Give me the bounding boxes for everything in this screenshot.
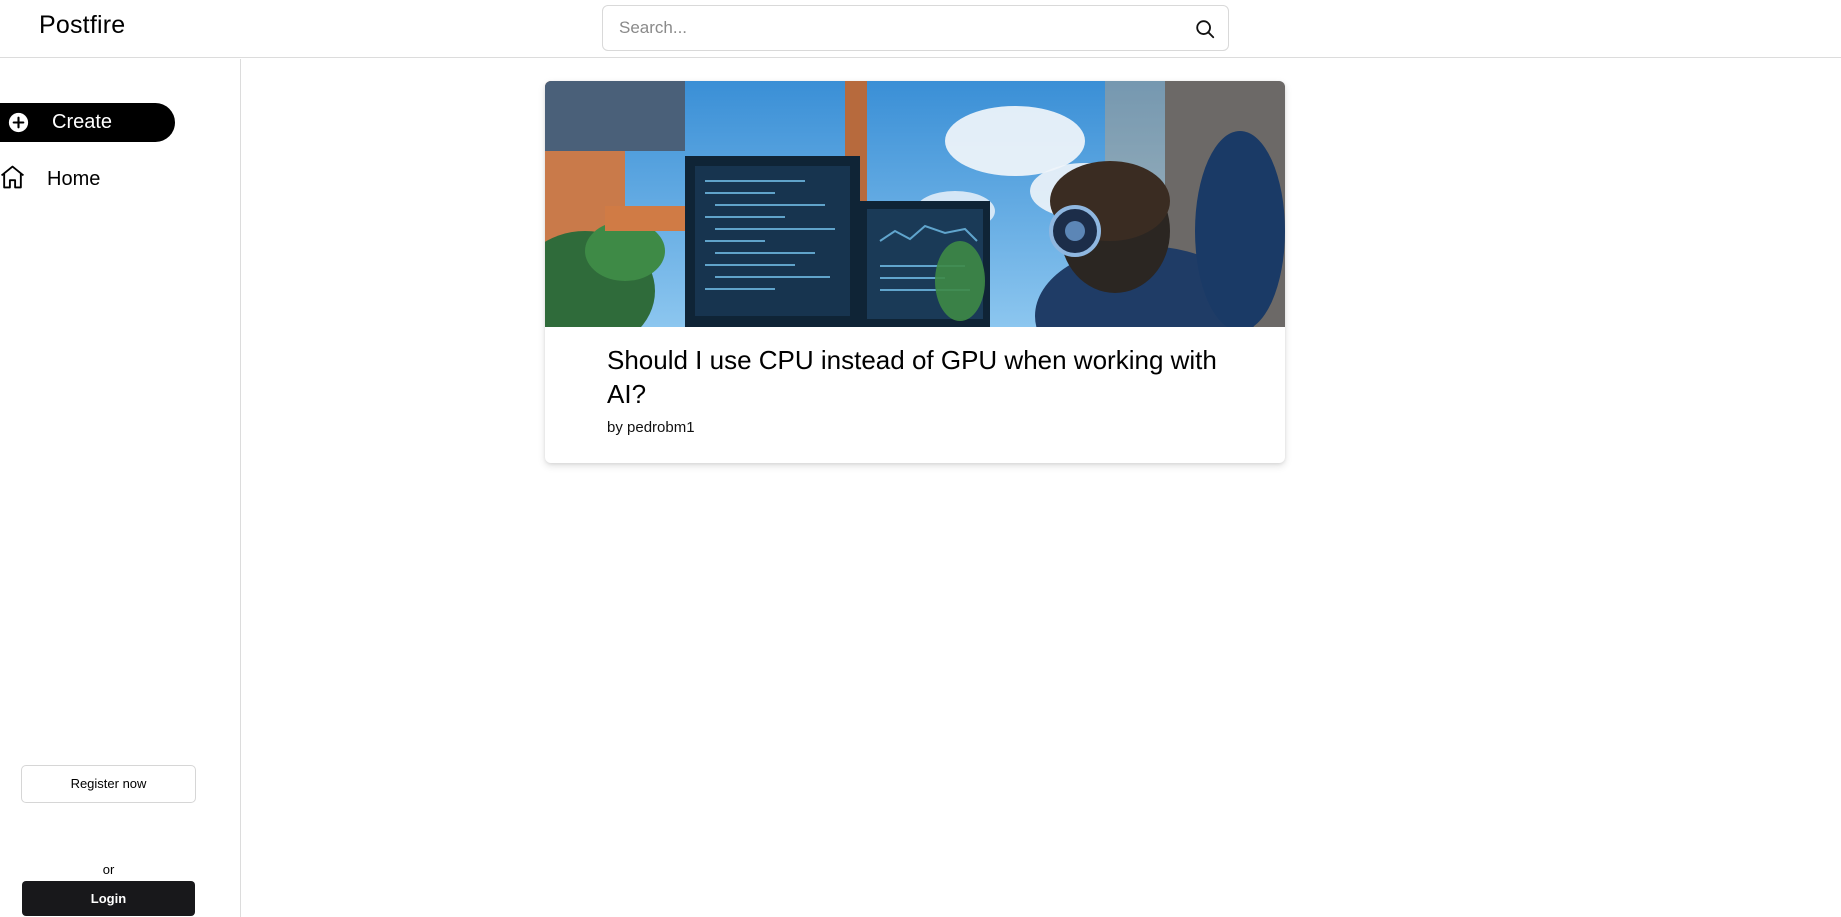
sidebar-item-label: Home [47,168,101,190]
home-icon [0,165,25,189]
top-bar: Postfire [0,0,1841,58]
register-button[interactable]: Register now [21,765,196,803]
sidebar: Create Home Register now or Login [0,59,241,917]
app-logo[interactable]: Postfire [39,11,125,40]
post-title[interactable]: Should I use CPU instead of GPU when wor… [607,343,1247,411]
search-input[interactable] [619,6,1179,50]
create-button[interactable]: Create [0,103,175,142]
post-card[interactable]: Should I use CPU instead of GPU when wor… [545,81,1285,463]
sidebar-item-home[interactable]: Home [0,159,200,199]
search-icon[interactable] [1194,18,1216,40]
create-button-label: Create [52,111,113,133]
login-button[interactable]: Login [22,881,195,916]
search-box[interactable] [602,5,1229,51]
plus-circle-icon [8,112,29,133]
post-cover-image [545,81,1285,327]
or-separator: or [102,862,115,877]
post-author[interactable]: by pedrobm1 [607,419,695,436]
